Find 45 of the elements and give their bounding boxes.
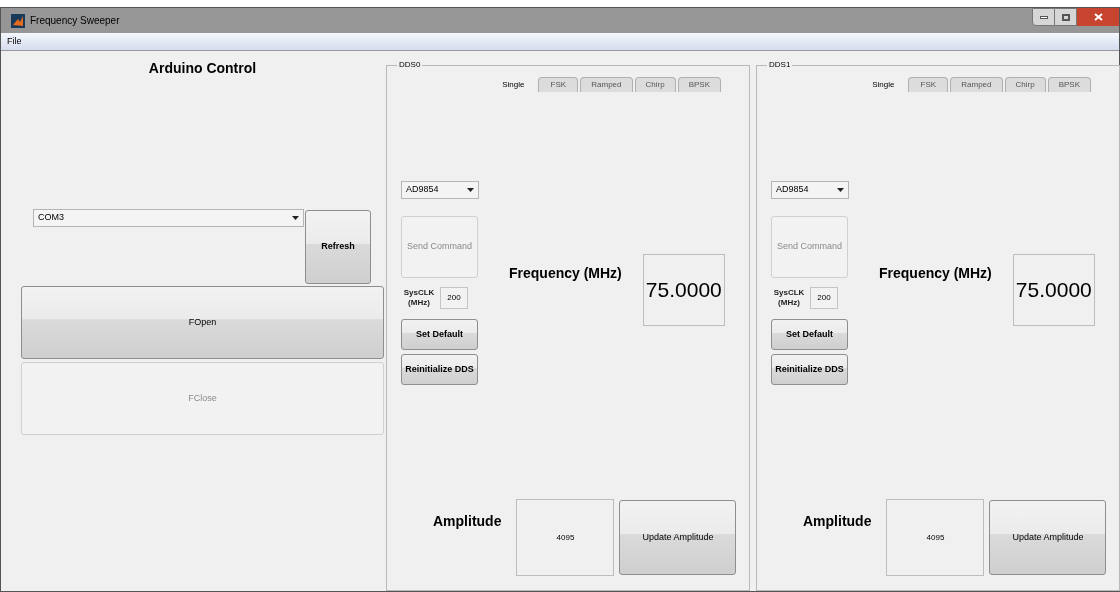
close-icon	[1093, 13, 1103, 21]
update-amplitude-button[interactable]: Update Amplitude	[989, 500, 1107, 575]
section-title: Arduino Control	[147, 59, 258, 78]
amplitude-field[interactable]: 4095	[886, 499, 985, 576]
amplitude-label: Amplitude	[803, 512, 872, 531]
close-button[interactable]	[1077, 8, 1119, 26]
sysclk-label: SysCLK (MHz)	[402, 288, 436, 308]
refresh-button[interactable]: Refresh	[305, 210, 371, 284]
caret-icon	[467, 188, 474, 192]
tab[interactable]: BPSK	[677, 77, 721, 92]
frequency-field[interactable]: 75.0000	[1012, 254, 1095, 326]
tab[interactable]: BPSK	[1047, 77, 1091, 92]
port-dropdown[interactable]: COM3	[33, 209, 304, 227]
menu-item[interactable]: File	[7, 34, 22, 49]
update-amplitude-button[interactable]: Update Amplitude	[619, 500, 737, 575]
set-default-button[interactable]: Set Default	[771, 319, 848, 350]
tab[interactable]: FSK	[908, 77, 949, 92]
fopen-button[interactable]: FOpen	[21, 286, 384, 359]
frequency-label: Frequency (MHz)	[509, 264, 622, 283]
minimize-button[interactable]	[1032, 8, 1055, 26]
reinitialize-button[interactable]: Reinitialize DDS	[771, 354, 848, 385]
frequency-field[interactable]: 75.0000	[642, 254, 725, 326]
sysclk-field[interactable]: 200	[440, 287, 468, 309]
chip-dropdown[interactable]: AD9854	[401, 181, 479, 199]
amplitude-label: Amplitude	[433, 512, 502, 531]
app-logo-icon	[11, 13, 25, 28]
window-title: Frequency Sweeper	[30, 14, 120, 28]
maximize-button[interactable]	[1055, 8, 1077, 26]
sysclk-label: SysCLK (MHz)	[772, 288, 806, 308]
caret-icon	[292, 216, 299, 220]
tab[interactable]: Ramped	[580, 77, 633, 92]
caret-icon	[837, 188, 844, 192]
tab[interactable]: Chirp	[1004, 77, 1046, 92]
dropdown-value: AD9854	[776, 183, 809, 197]
set-default-button[interactable]: Set Default	[401, 319, 478, 350]
amplitude-field[interactable]: 4095	[516, 499, 615, 576]
sysclk-field[interactable]: 200	[810, 287, 838, 309]
reinitialize-button[interactable]: Reinitialize DDS	[401, 354, 478, 385]
frequency-label: Frequency (MHz)	[879, 264, 992, 283]
chip-dropdown[interactable]: AD9854	[771, 181, 849, 199]
dropdown-value: COM3	[38, 211, 64, 225]
tab[interactable]: FSK	[538, 77, 579, 92]
tab[interactable]: Ramped	[950, 77, 1003, 92]
dropdown-value: AD9854	[406, 183, 439, 197]
tab[interactable]: Chirp	[634, 77, 676, 92]
